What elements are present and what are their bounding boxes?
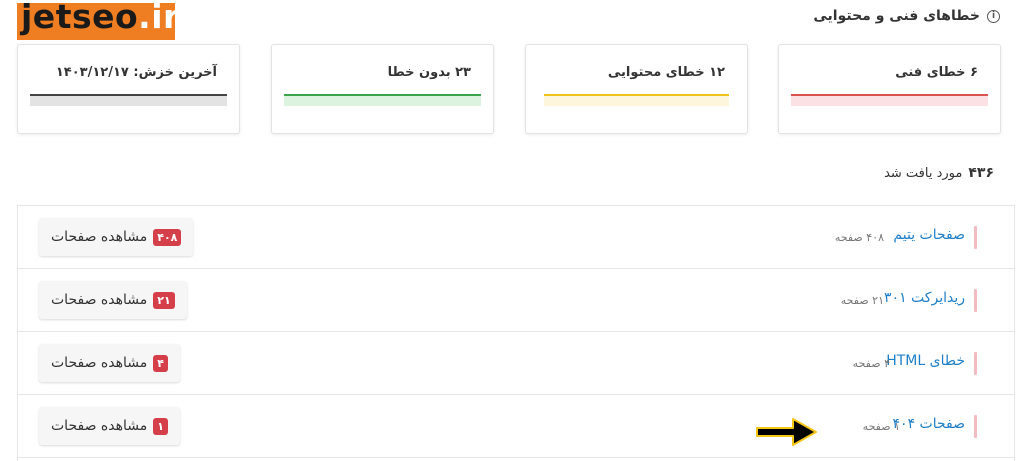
stat-card-label: ۲۳ بدون خطا xyxy=(387,65,471,80)
list-item: صفحات ۴۰۴ ۱ صفحه مشاهده صفحات ۱ xyxy=(18,395,1014,458)
view-pages-button[interactable]: مشاهده صفحات ۴ xyxy=(39,344,180,382)
results-count-label: مورد یافت شد xyxy=(884,166,963,181)
list-item: صفحات یتیم ۴۰۸ صفحه مشاهده صفحات ۴۰۸ xyxy=(18,206,1014,269)
logo-text: jetseo xyxy=(21,0,139,36)
row-accent xyxy=(974,415,977,438)
stat-card-content-errors[interactable]: ۱۲ خطای محتوایی xyxy=(525,44,748,134)
section-title: خطاهای فنی و محتوایی xyxy=(813,8,980,24)
site-logo: jetseo.ir xyxy=(17,0,179,40)
view-pages-button[interactable]: مشاهده صفحات ۲۱ xyxy=(39,281,187,319)
results-count-number: ۴۳۶ xyxy=(968,165,994,181)
arrow-right-icon xyxy=(756,418,817,446)
error-list: صفحات یتیم ۴۰۸ صفحه مشاهده صفحات ۴۰۸ رید… xyxy=(17,205,1015,461)
view-pages-button[interactable]: مشاهده صفحات ۱ xyxy=(39,407,180,445)
row-page-count: ۴۰۸ صفحه xyxy=(834,231,884,244)
view-pages-label: مشاهده صفحات xyxy=(51,229,148,245)
view-pages-label: مشاهده صفحات xyxy=(51,292,148,308)
row-accent xyxy=(974,352,977,375)
row-page-count: ۱ صفحه xyxy=(862,420,900,433)
logo-suffix: .ir xyxy=(138,0,180,36)
view-pages-label: مشاهده صفحات xyxy=(51,418,148,434)
view-pages-label: مشاهده صفحات xyxy=(51,355,148,371)
row-title-link[interactable]: صفحات ۴۰۴ xyxy=(893,416,965,432)
list-item: خطای HTML ۴ صفحه مشاهده صفحات ۴ xyxy=(18,332,1014,395)
section-header: i خطاهای فنی و محتوایی xyxy=(813,8,1000,24)
stat-card-bar xyxy=(544,94,729,106)
stat-card-label: آخرین خزش: ۱۴۰۳/۱۲/۱۷ xyxy=(55,65,217,80)
count-badge: ۴ xyxy=(153,354,168,372)
stat-card-label: ۶ خطای فنی xyxy=(895,65,978,80)
row-page-count: ۲۱ صفحه xyxy=(840,294,884,307)
row-accent xyxy=(974,226,977,249)
list-item: ریدایرکت ۳۰۱ ۲۱ صفحه مشاهده صفحات ۲۱ xyxy=(18,269,1014,332)
info-icon[interactable]: i xyxy=(987,9,1000,23)
stat-card-label: ۱۲ خطای محتوایی xyxy=(607,65,725,80)
row-title-link[interactable]: خطای HTML xyxy=(886,353,965,369)
view-pages-button[interactable]: مشاهده صفحات ۴۰۸ xyxy=(39,218,194,256)
count-badge: ۴۰۸ xyxy=(153,228,182,246)
row-title-link[interactable]: ریدایرکت ۳۰۱ xyxy=(884,290,965,306)
count-badge: ۲۱ xyxy=(153,291,175,309)
row-accent xyxy=(974,289,977,312)
stat-card-bar xyxy=(30,94,227,106)
count-badge: ۱ xyxy=(153,417,168,435)
stat-card-last-crawl: آخرین خزش: ۱۴۰۳/۱۲/۱۷ xyxy=(17,44,240,134)
results-count: ۴۳۶ مورد یافت شد xyxy=(884,165,994,181)
stat-card-no-errors[interactable]: ۲۳ بدون خطا xyxy=(271,44,494,134)
stat-card-bar xyxy=(791,94,988,106)
stat-card-technical-errors[interactable]: ۶ خطای فنی xyxy=(778,44,1001,134)
stat-card-bar xyxy=(284,94,481,106)
row-page-count: ۴ صفحه xyxy=(852,357,890,370)
row-title-link[interactable]: صفحات یتیم xyxy=(893,227,965,243)
